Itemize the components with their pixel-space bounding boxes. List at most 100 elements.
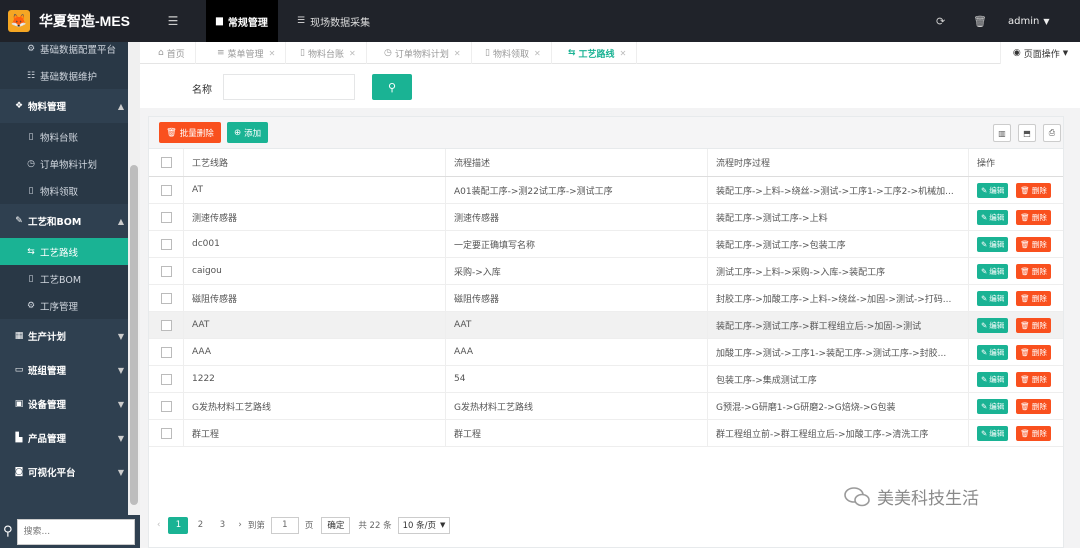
edit-button[interactable]: ✎ 编辑 [977, 344, 1009, 360]
sidebar-item[interactable]: ▭ 班组管理 ▼ [0, 353, 128, 387]
delete-button[interactable]: 🗑 删除 [1016, 290, 1051, 306]
edit-button[interactable]: ✎ 编辑 [977, 236, 1009, 252]
row-checkbox[interactable] [160, 265, 172, 277]
refresh-icon[interactable]: ⟳ [936, 0, 945, 42]
page-1-button[interactable]: 1 [168, 516, 189, 534]
goto-page-input[interactable]: 1 [270, 516, 299, 534]
table-row[interactable]: dc001 一定要正确填写名称 装配工序->测试工序->包装工序 ✎ 编辑 🗑 删除 [149, 231, 1063, 258]
edit-button[interactable]: ✎ 编辑 [977, 209, 1009, 225]
sidebar-item[interactable]: ❖ 物料管理 ▲ [0, 89, 128, 123]
prev-page-icon[interactable]: ‹ [157, 520, 160, 530]
batch-delete-button[interactable]: 🗑 批量删除 [159, 122, 221, 143]
table-row[interactable]: 测速传感器 测速传感器 装配工序->测试工序->上料 ✎ 编辑 🗑 删除 [149, 204, 1063, 231]
brand[interactable]: 🦊 华夏智造-MES [0, 0, 140, 42]
delete-button[interactable]: 🗑 删除 [1016, 344, 1051, 360]
close-icon[interactable]: ✕ [349, 49, 356, 58]
close-icon[interactable]: ✕ [534, 49, 541, 58]
delete-button[interactable]: 🗑 删除 [1016, 425, 1051, 441]
next-page-icon[interactable]: › [238, 520, 241, 530]
edit-button[interactable]: ✎ 编辑 [977, 317, 1009, 333]
row-checkbox[interactable] [160, 427, 172, 439]
sidebar-item[interactable]: ▯ 物料领取 [0, 177, 128, 204]
header-route[interactable]: 工艺线路 [184, 149, 446, 176]
row-checkbox[interactable] [160, 292, 172, 304]
row-checkbox[interactable] [160, 346, 172, 358]
print-icon[interactable]: ⎙ [1043, 124, 1061, 142]
table-row[interactable]: 1222 54 包装工序->集成测试工序 ✎ 编辑 🗑 删除 [149, 366, 1063, 393]
table-row[interactable]: 群工程 群工程 群工程组立前->群工程组立后->加酸工序->清洗工序 ✎ 编辑 🗑 删除 [149, 420, 1063, 447]
page-2-button[interactable]: 2 [190, 517, 210, 534]
page-tab-bar: ⌂ 首页 ≡ 菜单管理 ✕ ▯ 物料台账 ✕ ◷ 订单物料计划 ✕ ▯ 物料领取 ✕ ⇆ 工艺路线 ✕… [140, 42, 1080, 64]
table-row[interactable]: AAA AAA 加酸工序->测试->工序1->装配工序->测试工序->封胶... ✎ 编… [149, 339, 1063, 366]
route-name: 磁阻传感器 [184, 285, 446, 311]
row-checkbox[interactable] [160, 238, 172, 250]
sidebar-scroll-thumb[interactable] [130, 165, 138, 505]
sidebar-item[interactable]: ▯ 物料台账 [0, 123, 128, 150]
edit-button[interactable]: ✎ 编辑 [977, 290, 1009, 306]
page-tab-material-ledger[interactable]: ▯ 物料台账 ✕ [290, 42, 367, 64]
delete-button[interactable]: 🗑 删除 [1016, 263, 1051, 279]
delete-button[interactable]: 🗑 删除 [1016, 182, 1051, 198]
page-tab-material-pick[interactable]: ▯ 物料领取 ✕ [475, 42, 552, 64]
doc-icon: ▯ [485, 48, 490, 58]
select-all-checkbox[interactable] [160, 157, 172, 168]
search-button[interactable]: ⚲ [372, 74, 412, 100]
nav-tab-routine[interactable]: ▆ 常规管理 [206, 0, 278, 42]
sidebar-item[interactable]: ⚙ 基础数据配置平台 [0, 42, 128, 62]
edit-button[interactable]: ✎ 编辑 [977, 425, 1009, 441]
nav-tab-data-collection[interactable]: ☰ 现场数据采集 [287, 0, 380, 42]
edit-button[interactable]: ✎ 编辑 [977, 398, 1009, 414]
table-row[interactable]: G发热材料工艺路线 G发热材料工艺路线 G预混->G研磨1->G研磨2->G焙烧->… [149, 393, 1063, 420]
delete-button[interactable]: 🗑 删除 [1016, 209, 1051, 225]
page-tab-order-material[interactable]: ◷ 订单物料计划 ✕ [374, 42, 472, 64]
sidebar-search-input[interactable] [16, 518, 135, 545]
page-ops-menu[interactable]: ◉ 页面操作 ▼ [1000, 42, 1080, 64]
sidebar-item[interactable]: ⇆ 工艺路线 [0, 238, 128, 265]
pencil-icon: ✎ [981, 347, 988, 357]
page-tab-menu-mgmt[interactable]: ≡ 菜单管理 ✕ [207, 42, 287, 64]
close-icon[interactable]: ✕ [620, 49, 627, 58]
edit-button[interactable]: ✎ 编辑 [977, 182, 1009, 198]
goto-confirm-button[interactable]: 确定 [321, 516, 351, 534]
page-3-button[interactable]: 3 [212, 517, 232, 534]
delete-button[interactable]: 🗑 删除 [1016, 371, 1051, 387]
page-tab-home[interactable]: ⌂ 首页 [148, 42, 196, 64]
table-row[interactable]: AT A01装配工序->测22试工序->测试工序 装配工序->上料->绕丝->测试-… [149, 177, 1063, 204]
watermark: 美美科技生活 [843, 484, 979, 509]
row-checkbox[interactable] [160, 400, 172, 412]
sidebar-item[interactable]: ▙ 产品管理 ▼ [0, 421, 128, 455]
export-icon[interactable]: ⬒ [1018, 124, 1036, 142]
menu-toggle-icon[interactable]: ☰ [140, 0, 206, 42]
sidebar-item[interactable]: ▣ 设备管理 ▼ [0, 387, 128, 421]
header-desc[interactable]: 流程描述 [446, 149, 708, 176]
row-checkbox[interactable] [160, 184, 172, 196]
user-menu[interactable]: admin ▼ [1008, 0, 1050, 42]
sidebar-item[interactable]: ✎ 工艺和BOM ▲ [0, 204, 128, 238]
sidebar-item[interactable]: ◷ 订单物料计划 [0, 150, 128, 177]
page-tab-process-route[interactable]: ⇆ 工艺路线 ✕ [558, 42, 638, 64]
columns-icon[interactable]: ▥ [993, 124, 1011, 142]
delete-button[interactable]: 🗑 删除 [1016, 398, 1051, 414]
sidebar-item[interactable]: ⚙ 工序管理 [0, 292, 128, 319]
trash-icon[interactable]: 🗑 [973, 0, 987, 42]
page-size-select[interactable]: 10 条/页 ▼ [397, 516, 451, 534]
header-process[interactable]: 流程时序过程 [708, 149, 969, 176]
add-button[interactable]: ⊕ 添加 [227, 122, 269, 143]
sidebar-item[interactable]: ▯ 工艺BOM [0, 265, 128, 292]
delete-button[interactable]: 🗑 删除 [1016, 236, 1051, 252]
close-icon[interactable]: ✕ [269, 49, 276, 58]
row-checkbox[interactable] [160, 211, 172, 223]
sidebar-item[interactable]: ☷ 基础数据维护 [0, 62, 128, 89]
table-row[interactable]: AAT AAT 装配工序->测试工序->群工程组立后->加固->测试 ✎ 编辑 🗑 删除 [149, 312, 1063, 339]
table-row[interactable]: 磁阻传感器 磁阻传感器 封胶工序->加酸工序->上料->绕丝->加固->测试->打码… [149, 285, 1063, 312]
edit-button[interactable]: ✎ 编辑 [977, 263, 1009, 279]
row-checkbox[interactable] [160, 373, 172, 385]
delete-button[interactable]: 🗑 删除 [1016, 317, 1051, 333]
table-row[interactable]: caigou 采购->入库 测试工序->上料->采购->入库->装配工序 ✎ 编辑 🗑 删除 [149, 258, 1063, 285]
close-icon[interactable]: ✕ [454, 49, 461, 58]
row-checkbox[interactable] [160, 319, 172, 331]
sidebar-item[interactable]: ▦ 生产计划 ▼ [0, 319, 128, 353]
edit-button[interactable]: ✎ 编辑 [977, 371, 1009, 387]
sidebar-item[interactable]: ◙ 可视化平台 ▼ [0, 455, 128, 489]
name-search-input[interactable] [223, 74, 355, 100]
